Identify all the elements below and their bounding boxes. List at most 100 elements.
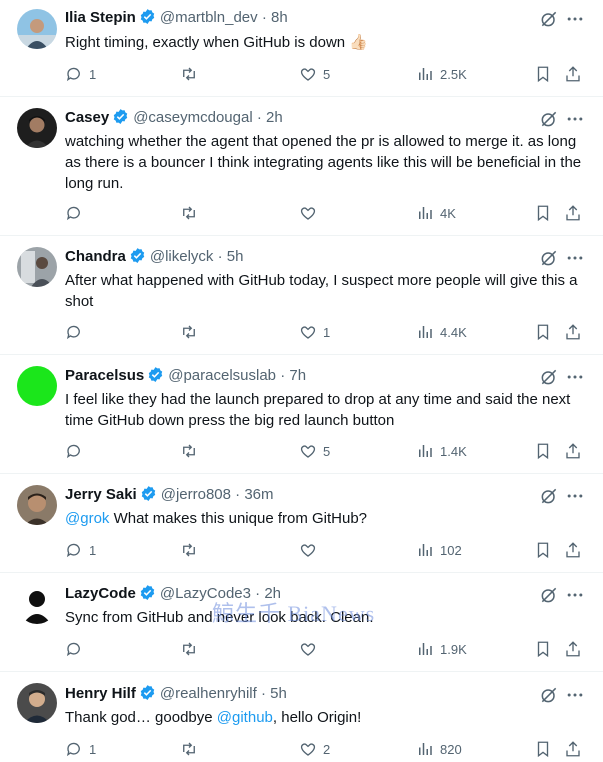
author-handle[interactable]: @jerro808 [161,486,231,503]
grok-icon[interactable] [539,109,559,129]
author-name[interactable]: LazyCode [65,585,136,602]
text-segment: What makes this unique from GitHub? [109,510,368,527]
more-options-icon[interactable] [565,685,585,705]
repost-button[interactable] [180,441,204,461]
action-bar: 1.9K [65,639,590,659]
separator-dot: · [260,685,266,702]
action-bar: 1 2 820 [65,739,590,759]
more-options-icon[interactable] [565,248,585,268]
share-icon [566,205,580,221]
post[interactable]: Casey @caseymcdougal · 2h watching whethe… [0,97,603,236]
reply-button[interactable]: 1 [65,739,96,759]
author-handle[interactable]: @caseymcdougal [133,109,252,126]
share-button[interactable] [564,739,582,759]
views-button[interactable]: 102 [416,540,462,560]
bookmark-button[interactable] [534,639,552,659]
bookmark-button[interactable] [534,322,552,342]
post-time[interactable]: 36m [244,486,273,503]
share-button[interactable] [564,441,582,461]
grok-icon[interactable] [539,9,559,29]
more-options-icon[interactable] [565,367,585,387]
avatar[interactable] [17,9,57,49]
bookmark-button[interactable] [534,540,552,560]
post[interactable]: Henry Hilf @realhenryhilf · 5h Thank god…… [0,672,603,762]
share-button[interactable] [564,322,582,342]
reply-button[interactable] [65,203,89,223]
reply-icon [66,325,80,340]
grok-icon[interactable] [539,685,559,705]
reply-button[interactable] [65,322,89,342]
author-handle[interactable]: @likelyck [150,248,214,265]
views-icon [419,445,432,457]
mention-link[interactable]: @github [217,709,273,726]
author-handle[interactable]: @paracelsuslab [168,367,276,384]
avatar[interactable] [17,108,57,148]
author-name[interactable]: Ilia Stepin [65,9,136,26]
reply-button[interactable]: 1 [65,540,96,560]
post-time[interactable]: 5h [270,685,287,702]
avatar[interactable] [17,485,57,525]
views-button[interactable]: 2.5K [416,64,467,84]
author-name[interactable]: Casey [65,109,109,126]
views-button[interactable]: 4K [416,203,456,223]
view-count: 1.4K [440,443,467,459]
bookmark-button[interactable] [534,203,552,223]
author-handle[interactable]: @martbln_dev [160,9,258,26]
post[interactable]: Ilia Stepin @martbln_dev · 8h Right timin… [0,0,603,97]
views-button[interactable]: 1.4K [416,441,467,461]
grok-icon[interactable] [539,585,559,605]
author-name[interactable]: Jerry Saki [65,486,137,503]
author-name[interactable]: Paracelsus [65,367,144,384]
avatar[interactable] [17,683,57,723]
like-button[interactable]: 5 [299,441,330,461]
avatar[interactable] [17,247,57,287]
like-button[interactable] [299,540,323,560]
reply-count: 1 [89,542,97,558]
views-button[interactable]: 820 [416,739,462,759]
share-button[interactable] [564,639,582,659]
grok-icon[interactable] [539,486,559,506]
grok-icon[interactable] [539,248,559,268]
bookmark-button[interactable] [534,441,552,461]
more-options-icon[interactable] [565,585,585,605]
reply-button[interactable]: 1 [65,64,96,84]
author-name[interactable]: Chandra [65,248,126,265]
heart-icon [300,207,316,220]
author-name[interactable]: Henry Hilf [65,685,136,702]
like-button[interactable]: 1 [299,322,330,342]
share-button[interactable] [564,203,582,223]
post[interactable]: Paracelsus @paracelsuslab · 7h I feel lik… [0,355,603,474]
repost-button[interactable] [180,639,204,659]
mention-link[interactable]: @grok [65,510,109,527]
repost-button[interactable] [180,322,204,342]
repost-button[interactable] [180,540,204,560]
post-time[interactable]: 5h [227,248,244,265]
views-button[interactable]: 1.9K [416,639,467,659]
grok-icon[interactable] [539,367,559,387]
avatar[interactable] [17,584,57,624]
reply-button[interactable] [65,639,89,659]
post-time[interactable]: 8h [271,9,288,26]
post[interactable]: Jerry Saki @jerro808 · 36m @grok What mak… [0,474,603,573]
more-options-icon[interactable] [565,486,585,506]
post[interactable]: Chandra @likelyck · 5h After what happene… [0,236,603,355]
like-button[interactable]: 2 [299,739,330,759]
reply-button[interactable] [65,441,89,461]
views-button[interactable]: 4.4K [416,322,467,342]
share-button[interactable] [564,540,582,560]
bookmark-button[interactable] [534,739,552,759]
post-time[interactable]: 7h [289,367,306,384]
like-button[interactable] [299,639,323,659]
like-button[interactable] [299,203,323,223]
author-handle[interactable]: @realhenryhilf [160,685,257,702]
repost-button[interactable] [180,739,204,759]
more-options-icon[interactable] [565,109,585,129]
like-button[interactable]: 5 [299,64,330,84]
avatar[interactable] [17,366,57,406]
repost-button[interactable] [180,203,204,223]
share-button[interactable] [564,64,582,84]
more-options-icon[interactable] [565,9,585,29]
repost-button[interactable] [180,64,204,84]
bookmark-button[interactable] [534,64,552,84]
post-time[interactable]: 2h [266,109,283,126]
